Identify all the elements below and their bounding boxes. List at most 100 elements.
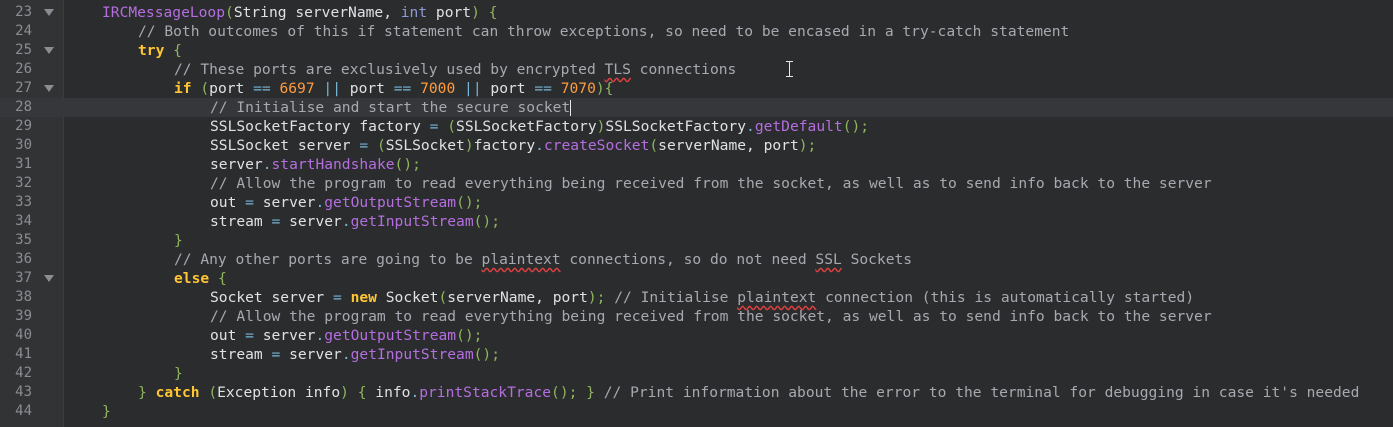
code-token: getDefault [754,118,843,135]
code-token: ( [191,80,210,97]
code-token: . [535,137,544,154]
code-text[interactable]: } [174,364,183,383]
code-token: Socket server [210,289,334,306]
code-text[interactable]: stream = server.getInputStream(); [210,212,500,231]
code-line[interactable]: 34 stream = server.getInputStream(); [0,212,1393,231]
code-text[interactable]: } catch (Exception info) { info.printSta… [138,383,1359,402]
code-text[interactable]: // Initialise and start the secure socke… [210,98,572,117]
code-text[interactable]: SSLSocket server = (SSLSocket)factory.cr… [210,136,816,155]
code-text[interactable]: stream = server.getInputStream(); [210,345,500,364]
code-token: // Allow the program to read everything … [210,175,1212,192]
code-token: catch [155,384,200,401]
code-token: SSLSocket [385,137,465,154]
code-text[interactable]: IRCMessageLoop(String serverName, int po… [102,3,497,22]
code-token: else [174,270,210,287]
code-token: // Both outcomes of this if statement ca… [138,23,1070,40]
line-number: 35 [15,232,32,248]
code-token: (); [842,118,870,135]
code-text[interactable]: server.startHandshake(); [210,155,421,174]
code-line[interactable]: 26 // These ports are exclusively used by… [0,60,1393,79]
fold-arrow-icon[interactable] [44,9,54,16]
code-text[interactable]: // These ports are exclusively used by e… [174,60,736,79]
code-text[interactable]: out = server.getOutputStream(); [210,326,482,345]
code-token: ( [438,118,457,135]
code-token: == [253,80,271,97]
code-token: (); [473,213,500,230]
code-token: server [210,156,263,173]
code-line[interactable]: 28 // Initialise and start the secure soc… [0,98,1393,117]
code-line[interactable]: 39 // Allow the program to read everythin… [0,307,1393,326]
code-line[interactable]: 27 if (port == 6697 || port == 7000 || po… [0,79,1393,98]
code-token: . [262,156,272,173]
text-cursor-icon [785,61,794,77]
line-number: 44 [15,403,32,419]
line-number: 41 [15,346,32,362]
code-text[interactable]: SSLSocketFactory factory = (SSLSocketFac… [210,117,869,136]
code-token: server [253,194,316,211]
fold-arrow-icon[interactable] [44,47,54,54]
code-line[interactable]: 32 // Allow the program to read everythin… [0,174,1393,193]
code-token: getInputStream [350,346,474,363]
code-token: (); [456,327,483,344]
code-text[interactable]: } [174,231,183,250]
code-text[interactable]: // Both outcomes of this if statement ca… [138,22,1069,41]
code-token: connection (this is automatically starte… [816,289,1195,306]
code-token: = [333,289,342,306]
code-line[interactable]: 24 // Both outcomes of this if statement … [0,22,1393,41]
code-token: . [410,384,420,401]
code-line[interactable]: 23 IRCMessageLoop(String serverName, int … [0,3,1393,22]
code-text[interactable]: // Any other ports are going to be plain… [174,250,912,269]
code-text[interactable]: // Allow the program to read everything … [210,174,1212,193]
code-token: ( [368,137,386,154]
line-number: 34 [15,213,32,229]
code-line[interactable]: 38 Socket server = new Socket(serverName,… [0,288,1393,307]
fold-arrow-icon[interactable] [44,275,54,282]
code-token: (); [456,194,483,211]
code-line[interactable]: 41 stream = server.getInputStream(); [0,345,1393,364]
code-text[interactable]: } [102,402,111,421]
code-line[interactable]: 37 else { [0,269,1393,288]
fold-arrow-icon[interactable] [44,85,54,92]
code-token: String serverName [233,4,384,21]
code-token: ( [225,4,234,21]
code-token: port [481,80,535,97]
code-token: Sockets [841,251,913,268]
code-line[interactable]: 29 SSLSocketFactory factory = (SSLSocketF… [0,117,1393,136]
code-token: . [746,118,755,135]
code-text[interactable]: // Allow the program to read everything … [210,307,1212,326]
line-number: 38 [15,289,32,305]
code-token: // Initialise and start the secure socke… [210,99,571,116]
code-editor[interactable]: 23 IRCMessageLoop(String serverName, int … [0,0,1393,427]
code-text[interactable]: Socket server = new Socket(serverName, p… [210,288,1194,307]
code-token: serverName, port [658,137,799,154]
code-token: getOutputStream [324,194,457,211]
code-line[interactable]: 30 SSLSocket server = (SSLSocket)factory.… [0,136,1393,155]
code-token: port [427,4,472,21]
code-line[interactable]: 36 // Any other ports are going to be pla… [0,250,1393,269]
code-token: SSLSocketFactory factory [210,118,430,135]
line-number: 28 [15,99,32,115]
code-token: = [245,194,254,211]
code-text[interactable]: else { [174,269,227,288]
code-line[interactable]: 40 out = server.getOutputStream(); [0,326,1393,345]
code-text[interactable]: if (port == 6697 || port == 7000 || port… [174,79,613,98]
code-token: 7000 [420,80,456,97]
line-number: 33 [15,194,32,210]
code-text[interactable]: out = server.getOutputStream(); [210,193,482,212]
code-token: SSL [815,251,842,268]
code-line[interactable]: 44} [0,402,1393,421]
code-line[interactable]: 43} catch (Exception info) { info.printS… [0,383,1393,402]
code-line[interactable]: 31 server.startHandshake(); [0,155,1393,174]
code-text[interactable]: try { [138,41,182,60]
code-line[interactable]: 42} [0,364,1393,383]
code-token: stream [210,346,272,363]
text-caret [570,100,572,116]
code-line[interactable]: 25 try { [0,41,1393,60]
code-line[interactable]: 35} [0,231,1393,250]
line-number: 27 [15,80,32,96]
code-token: ( [438,289,448,306]
code-line[interactable]: 33 out = server.getOutputStream(); [0,193,1393,212]
code-token: server [280,213,342,230]
